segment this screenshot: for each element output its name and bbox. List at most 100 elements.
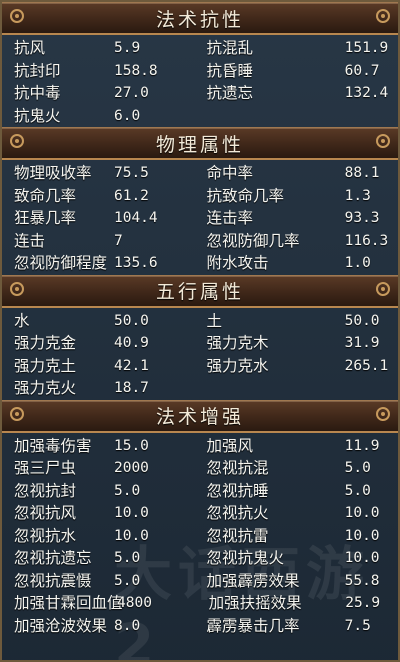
attribute-label: 强力克水 <box>206 356 269 375</box>
attribute-label: 强三尸虫 <box>14 459 77 478</box>
attribute-label: 加强毒伤害 <box>14 436 92 455</box>
attribute-value: 10.0 <box>344 527 380 544</box>
attribute-value: 50.0 <box>113 312 149 329</box>
attribute-label: 加强甘霖回血值 <box>14 594 123 613</box>
section-0: 法术抗性 抗风 5.9 抗混乱 151.9 抗封印 158.8 抗昏睡 60.7 抗中毒 27.0 抗… <box>2 2 398 127</box>
attribute-value: 75.5 <box>113 165 149 182</box>
attribute-value: 27.0 <box>113 85 149 102</box>
attribute-row: 抗鬼火 6.0 <box>2 105 398 128</box>
attribute-label: 连击 <box>14 231 46 250</box>
attribute-label: 抗遗忘 <box>206 84 253 103</box>
attribute-row: 强力克火 18.7 <box>2 377 398 400</box>
attribute-value: 5.0 <box>344 482 371 499</box>
attribute-value: 1.3 <box>344 187 371 204</box>
attribute-value: 151.9 <box>344 40 389 57</box>
attribute-value: 10.0 <box>344 505 380 522</box>
attribute-label: 强力克土 <box>14 356 77 375</box>
attribute-label: 忽视抗混 <box>206 459 269 478</box>
attribute-value: 40.9 <box>113 335 149 352</box>
attribute-label: 抗风 <box>14 39 46 58</box>
attribute-row: 水 50.0 土 50.0 <box>2 310 398 333</box>
attribute-value: 116.3 <box>344 232 389 249</box>
attribute-panel: 大话西游2 法术抗性 抗风 5.9 抗混乱 151.9 抗封印 158.8 抗昏睡 60.7 抗中… <box>0 0 400 662</box>
attribute-row: 抗中毒 27.0 抗遗忘 132.4 <box>2 82 398 105</box>
attribute-row: 加强甘霖回血值 4800 加强扶摇效果 25.9 <box>2 592 398 615</box>
attribute-label: 狂暴几率 <box>14 209 77 228</box>
attribute-row: 强三尸虫 2000 忽视抗混 5.0 <box>2 457 398 480</box>
attribute-label: 忽视抗雷 <box>206 526 269 545</box>
attribute-label: 加强沧波效果 <box>14 616 108 635</box>
attribute-label: 强力克木 <box>206 334 269 353</box>
attribute-value: 60.7 <box>344 62 380 79</box>
attribute-value: 2000 <box>113 460 149 477</box>
section-3: 法术增强 加强毒伤害 15.0 加强风 11.9 强三尸虫 2000 忽视抗混 5.0 忽视抗封 5… <box>2 399 398 638</box>
attribute-value: 88.1 <box>344 165 380 182</box>
attribute-value: 158.8 <box>113 62 158 79</box>
attribute-label: 忽视防御几率 <box>206 231 300 250</box>
section-rows: 水 50.0 土 50.0 强力克金 40.9 强力克木 31.9 强力克土 42.1 强力克水 26… <box>2 308 398 400</box>
attribute-value: 93.3 <box>344 210 380 227</box>
attribute-label: 忽视抗遗忘 <box>14 549 92 568</box>
section-title: 法术增强 <box>155 406 244 428</box>
ornament-icon <box>376 134 390 148</box>
attribute-label: 加强霹雳效果 <box>206 571 300 590</box>
attribute-value: 50.0 <box>344 312 380 329</box>
attribute-label: 抗昏睡 <box>206 61 253 80</box>
attribute-value: 10.0 <box>113 505 149 522</box>
attribute-label: 强力克金 <box>14 334 77 353</box>
attribute-value: 31.9 <box>344 335 380 352</box>
attribute-value: 11.9 <box>344 437 380 454</box>
attribute-value: 5.0 <box>113 482 141 499</box>
attribute-label: 抗封印 <box>14 61 61 80</box>
attribute-value: 10.0 <box>113 527 149 544</box>
attribute-value: 5.0 <box>113 572 141 589</box>
attribute-row: 忽视抗遗忘 5.0 忽视抗鬼火 10.0 <box>2 547 398 570</box>
section-rows: 抗风 5.9 抗混乱 151.9 抗封印 158.8 抗昏睡 60.7 抗中毒 27.0 抗遗忘 13… <box>2 35 398 127</box>
attribute-label: 抗鬼火 <box>14 106 61 125</box>
attribute-label: 忽视抗鬼火 <box>206 549 284 568</box>
attribute-label: 霹雳暴击几率 <box>206 616 300 635</box>
attribute-row: 连击 7 忽视防御几率 116.3 <box>2 230 398 253</box>
attribute-value: 8.0 <box>113 617 141 634</box>
section-rows: 加强毒伤害 15.0 加强风 11.9 强三尸虫 2000 忽视抗混 5.0 忽视抗封 5.0 忽视… <box>2 433 398 638</box>
attribute-label: 忽视抗火 <box>206 504 269 523</box>
attribute-row: 忽视抗风 10.0 忽视抗火 10.0 <box>2 502 398 525</box>
attribute-label: 水 <box>14 311 30 330</box>
section-title: 物理属性 <box>155 133 244 156</box>
attribute-row: 强力克土 42.1 强力克水 265.1 <box>2 355 398 378</box>
attribute-label: 忽视抗水 <box>14 526 77 545</box>
attribute-value: 6.0 <box>113 107 141 124</box>
attribute-label: 忽视抗震慑 <box>14 571 92 590</box>
section-2: 五行属性水 50.0 土 50.0 强力克金 40.9 强力克木 31.9 强力克土 42.1 强力… <box>2 274 398 400</box>
attribute-value: 132.4 <box>344 85 389 102</box>
attribute-label: 致命几率 <box>14 186 77 205</box>
section-title: 法术抗性 <box>155 8 244 31</box>
attribute-value: 18.7 <box>113 380 149 397</box>
attribute-label: 土 <box>206 311 222 330</box>
attribute-value: 265.1 <box>344 357 389 374</box>
attribute-value: 61.2 <box>113 187 149 204</box>
attribute-value: 1.0 <box>344 255 371 272</box>
attribute-row: 忽视抗水 10.0 忽视抗雷 10.0 <box>2 525 398 548</box>
ornament-icon <box>10 281 24 296</box>
section-rows: 物理吸收率 75.5 命中率 88.1 致命几率 61.2 抗致命几率 1.3 狂暴几率 104.… <box>2 160 398 275</box>
ornament-icon <box>376 406 390 421</box>
attribute-value: 104.4 <box>113 210 158 227</box>
attribute-label: 附水攻击 <box>206 254 269 273</box>
attribute-row: 物理吸收率 75.5 命中率 88.1 <box>2 162 398 185</box>
attribute-value: 55.8 <box>344 572 380 589</box>
attribute-value: 10.0 <box>344 550 380 567</box>
attribute-row: 狂暴几率 104.4 连击率 93.3 <box>2 207 398 230</box>
attribute-value: 25.9 <box>345 595 381 612</box>
attribute-value: 5.0 <box>344 460 371 477</box>
attribute-label: 抗致命几率 <box>206 186 284 205</box>
attribute-label: 抗混乱 <box>206 39 253 58</box>
attribute-value: 7 <box>113 232 123 249</box>
ornament-icon <box>10 9 24 23</box>
section-1: 物理属性物理吸收率 75.5 命中率 88.1 致命几率 61.2 抗致命几率 1.3 狂暴几率… <box>2 127 398 275</box>
ornament-icon <box>376 9 390 23</box>
ornament-icon <box>376 281 390 296</box>
attribute-row: 忽视抗封 5.0 忽视抗睡 5.0 <box>2 480 398 503</box>
attribute-row: 抗封印 158.8 抗昏睡 60.7 <box>2 60 398 83</box>
section-title: 五行属性 <box>155 281 244 303</box>
